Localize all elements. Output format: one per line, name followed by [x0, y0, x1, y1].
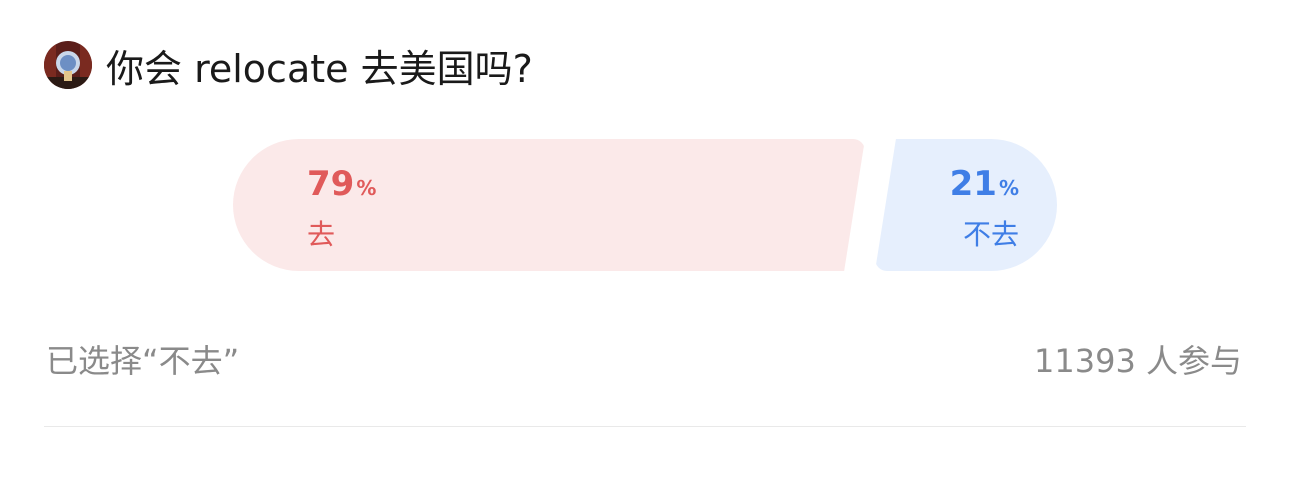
poll-option-not-go-percent: 21%	[950, 167, 1019, 201]
poll-option-go-percent: 79%	[307, 167, 376, 201]
poll-option-go-label: 去	[307, 218, 336, 251]
poll-option-go-percent-value: 79	[307, 164, 355, 204]
poll-question-title: 你会 relocate 去美国吗?	[106, 46, 533, 91]
poll-options: 79% 去 21% 不去	[233, 139, 1057, 271]
poll-option-not-go[interactable]: 21% 不去	[875, 139, 1057, 271]
divider	[44, 426, 1246, 427]
poll-option-go[interactable]: 79% 去	[233, 139, 865, 271]
poll-option-not-go-label: 不去	[962, 218, 1019, 251]
participant-count: 11393 人参与	[1034, 342, 1242, 380]
user-avatar-icon[interactable]	[44, 41, 92, 89]
poll-option-not-go-percent-sign: %	[998, 176, 1019, 200]
poll-header: 你会 relocate 去美国吗?	[44, 40, 533, 91]
selected-option-text: 已选择“不去”	[46, 342, 240, 380]
poll-option-not-go-percent-value: 21	[949, 164, 997, 204]
poll-option-go-percent-sign: %	[356, 176, 377, 200]
